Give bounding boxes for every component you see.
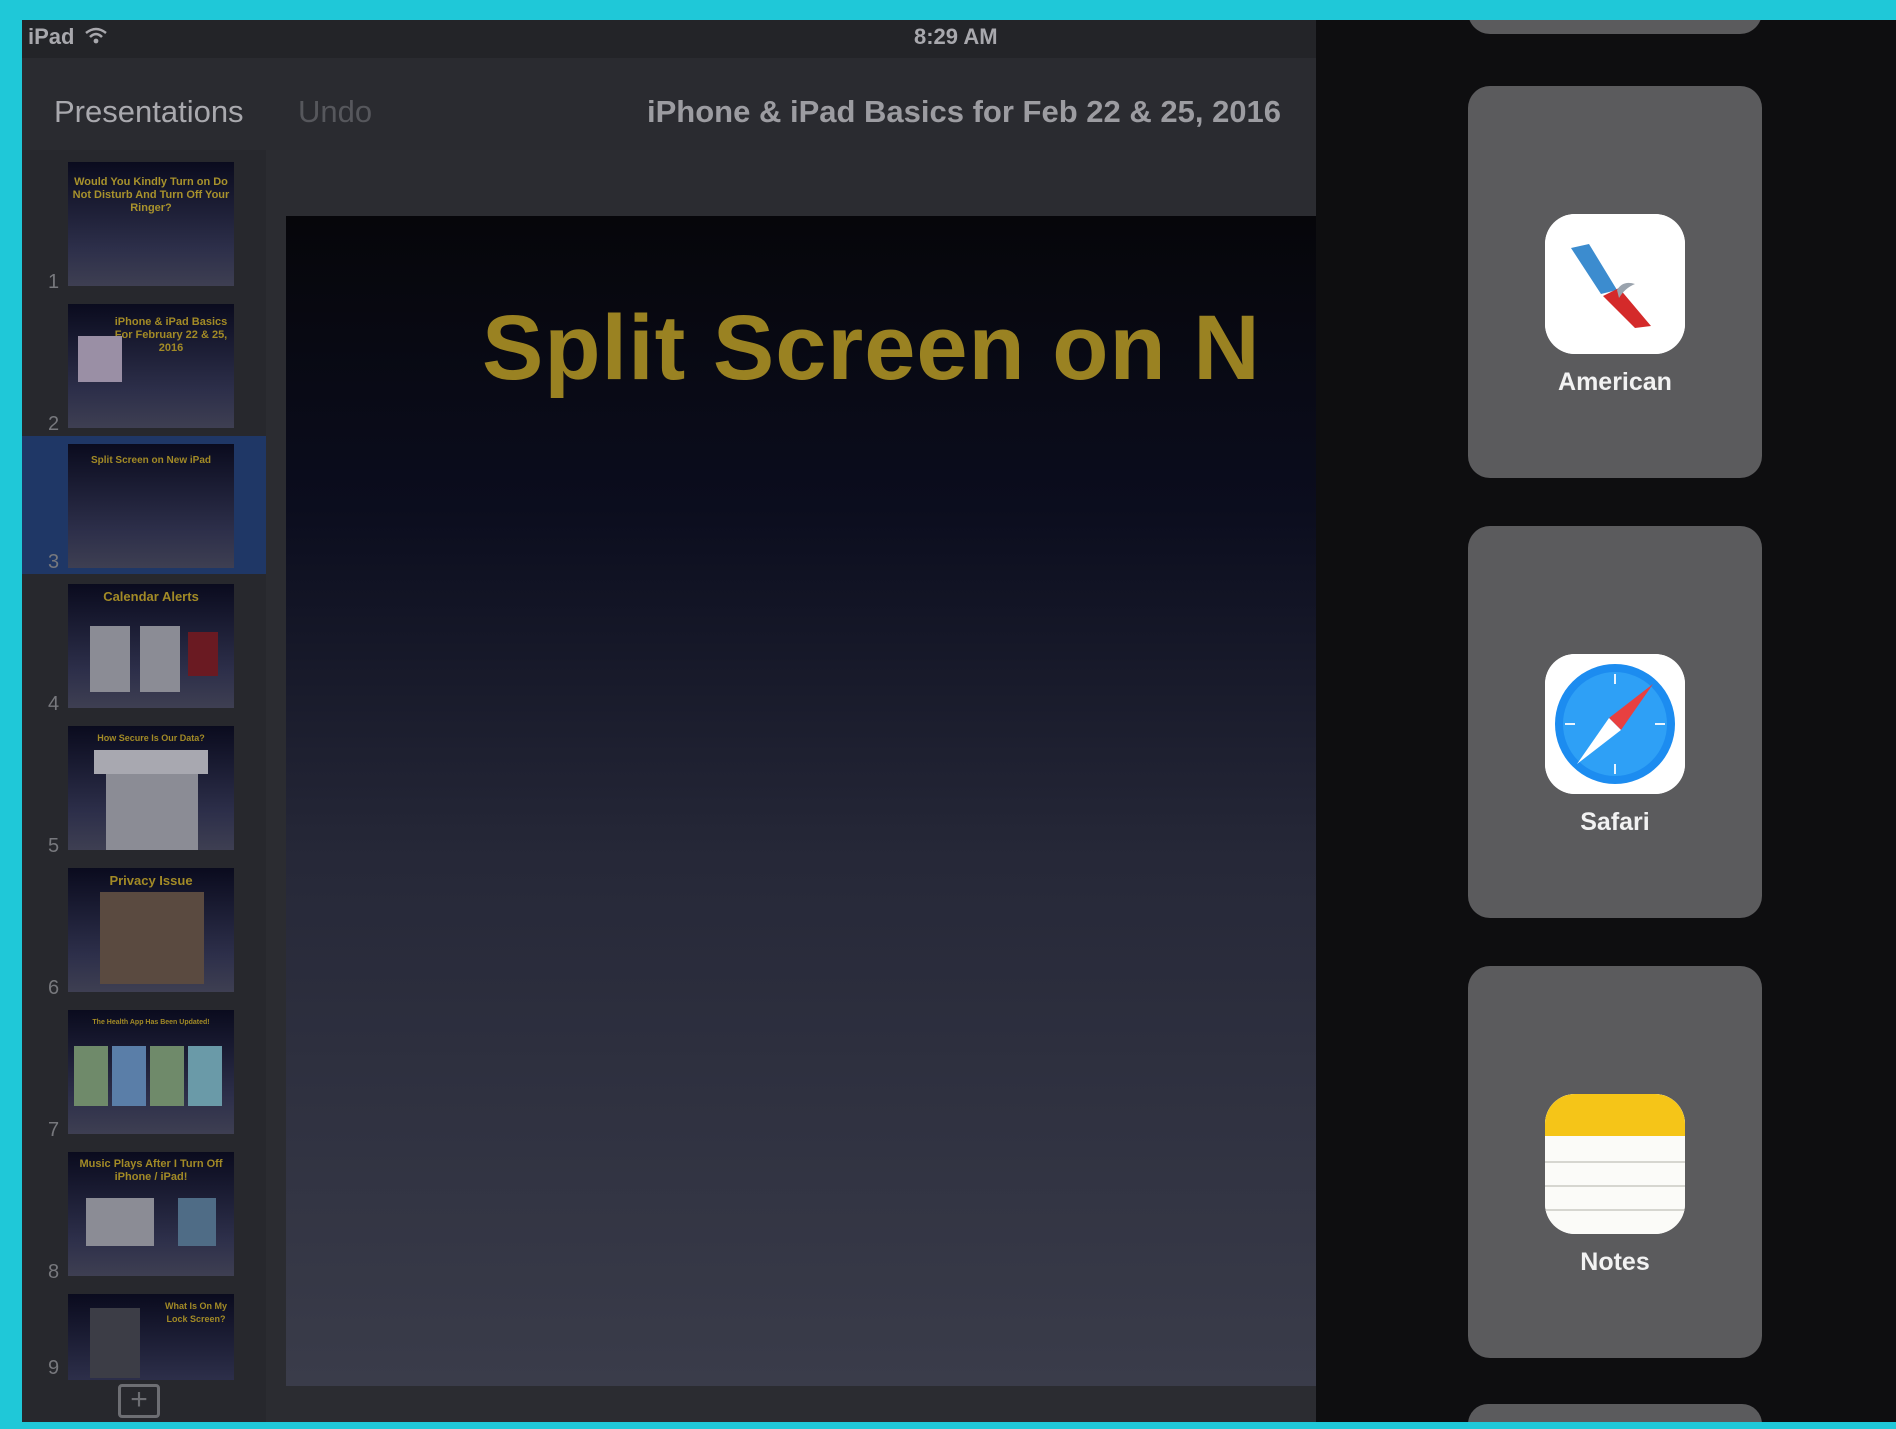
app-card-american[interactable]: American — [1468, 86, 1762, 478]
american-airlines-icon — [1545, 214, 1685, 354]
slide-thumbnail-9[interactable]: What Is On My Lock Screen? 9 — [22, 1288, 266, 1380]
slide-thumbnail-title: iPhone & iPad Basics For February 22 & 2… — [114, 316, 228, 354]
slide-thumbnail-4[interactable]: Calendar Alerts 4 — [22, 578, 266, 716]
app-card-partial-top[interactable] — [1468, 20, 1762, 34]
app-label: American — [1558, 368, 1672, 396]
slide-number: 7 — [48, 1119, 60, 1141]
slide-thumbnail-3[interactable]: Split Screen on New iPad 3 — [22, 436, 266, 574]
frame-bottom-border — [0, 1422, 1896, 1429]
frame-left-border — [0, 0, 22, 1429]
app-switcher-panel: American Safari Notes — [1316, 20, 1896, 1422]
slide-number: 8 — [48, 1261, 60, 1283]
slide-thumbnail-title: Would You Kindly Turn on Do Not Disturb … — [72, 176, 230, 214]
slide-thumbnail-2[interactable]: iPhone & iPad Basics For February 22 & 2… — [22, 298, 266, 436]
slide-thumbnail-image: Music Plays After I Turn Off iPhone / iP… — [68, 1152, 234, 1276]
undo-button[interactable]: Undo — [298, 94, 372, 130]
slide-canvas-area: Split Screen on N — [266, 150, 1316, 1422]
current-slide[interactable]: Split Screen on N — [286, 216, 1316, 1386]
slide-thumbnail-image: Privacy Issue — [68, 868, 234, 992]
status-time: 8:29 AM — [914, 24, 998, 49]
slide-number: 9 — [48, 1357, 60, 1379]
app-label: Notes — [1580, 1248, 1650, 1276]
app-card-partial-bottom[interactable] — [1468, 1404, 1762, 1422]
slide-navigator: Would You Kindly Turn on Do Not Disturb … — [22, 150, 266, 1422]
keynote-app: iPad 8:29 AM Presentations Undo iPhone &… — [22, 20, 1316, 1422]
plus-square-icon: + — [130, 1383, 148, 1416]
wifi-icon — [85, 27, 107, 44]
slide-thumbnail-7[interactable]: The Health App Has Been Updated! 7 — [22, 1004, 266, 1142]
slide-thumbnail-title: The Health App Has Been Updated! — [92, 1019, 210, 1026]
slide-thumbnail-title: Music Plays After I Turn Off iPhone / iP… — [79, 1158, 223, 1183]
slide-number: 1 — [48, 271, 60, 293]
ipad-screen: iPad 8:29 AM Presentations Undo iPhone &… — [22, 20, 1896, 1422]
notes-icon — [1545, 1094, 1685, 1234]
document-title: iPhone & iPad Basics for Feb 22 & 25, 20… — [647, 94, 1282, 129]
presentations-button[interactable]: Presentations — [54, 94, 244, 130]
slide-thumbnail-title: Split Screen on New iPad — [90, 455, 212, 466]
app-card-notes[interactable]: Notes — [1468, 966, 1762, 1358]
slide-number: 3 — [48, 551, 60, 573]
slide-number: 6 — [48, 977, 60, 999]
slide-thumbnail-image: Calendar Alerts — [68, 584, 234, 708]
navigation-bar: Presentations Undo iPhone & iPad Basics … — [22, 58, 1316, 150]
slide-thumbnail-title: What Is On My Lock Screen? — [164, 1301, 227, 1324]
slide-thumbnail-6[interactable]: Privacy Issue 6 — [22, 862, 266, 1000]
device-name: iPad — [28, 24, 75, 49]
add-slide-button[interactable]: + — [118, 1384, 160, 1418]
slide-thumbnail-image: iPhone & iPad Basics For February 22 & 2… — [68, 304, 234, 428]
slide-thumbnail-5[interactable]: How Secure Is Our Data? 5 — [22, 720, 266, 858]
slide-thumbnail-image: The Health App Has Been Updated! — [68, 1010, 234, 1134]
status-bar: iPad 8:29 AM — [22, 20, 1316, 58]
slide-thumbnail-1[interactable]: Would You Kindly Turn on Do Not Disturb … — [22, 156, 266, 294]
slide-thumbnail-image: Would You Kindly Turn on Do Not Disturb … — [68, 162, 234, 286]
slide-thumbnail-image: How Secure Is Our Data? — [68, 726, 234, 850]
slide-thumbnail-title: How Secure Is Our Data? — [97, 733, 205, 743]
slide-number: 2 — [48, 413, 60, 435]
frame-top-border — [0, 0, 1896, 20]
slide-title[interactable]: Split Screen on N — [482, 296, 1261, 401]
app-label: Safari — [1580, 808, 1650, 836]
slide-thumbnail-title: Privacy Issue — [109, 873, 193, 888]
slide-thumbnail-title: Calendar Alerts — [103, 589, 199, 604]
slide-thumbnail-image: Split Screen on New iPad — [68, 444, 234, 568]
slide-thumbnail-8[interactable]: Music Plays After I Turn Off iPhone / iP… — [22, 1146, 266, 1284]
slide-number: 4 — [48, 693, 60, 715]
slide-number: 5 — [48, 835, 60, 857]
slide-thumbnail-image: What Is On My Lock Screen? — [68, 1294, 234, 1380]
safari-compass-icon — [1545, 654, 1685, 794]
app-card-safari[interactable]: Safari — [1468, 526, 1762, 918]
